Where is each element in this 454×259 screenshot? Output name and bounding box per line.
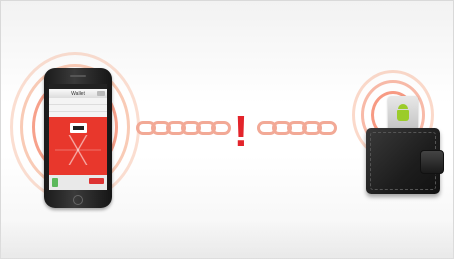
wallet-clasp <box>420 150 444 174</box>
phone-speaker <box>70 75 86 77</box>
phone-screen: Wallet <box>49 84 107 190</box>
list-item <box>49 98 107 105</box>
wallet-icon <box>366 128 444 194</box>
wallet-graphic-icon <box>70 123 87 133</box>
phone-bottom-bar <box>49 175 107 190</box>
alarm-button <box>89 178 104 184</box>
chain-link-icon <box>317 121 337 135</box>
exclamation-icon: ! <box>233 107 249 156</box>
android-icon <box>397 104 409 124</box>
list-item <box>49 105 107 112</box>
nav-button <box>97 91 105 96</box>
app-nav-bar: Wallet <box>49 89 107 98</box>
status-indicator-icon <box>52 178 58 187</box>
home-button <box>73 195 83 205</box>
alert-panel <box>49 117 107 175</box>
broken-link-graphic <box>55 135 101 165</box>
smartphone: Wallet <box>44 68 112 208</box>
app-title: Wallet <box>71 90 85 97</box>
floor-reflection <box>0 221 454 259</box>
